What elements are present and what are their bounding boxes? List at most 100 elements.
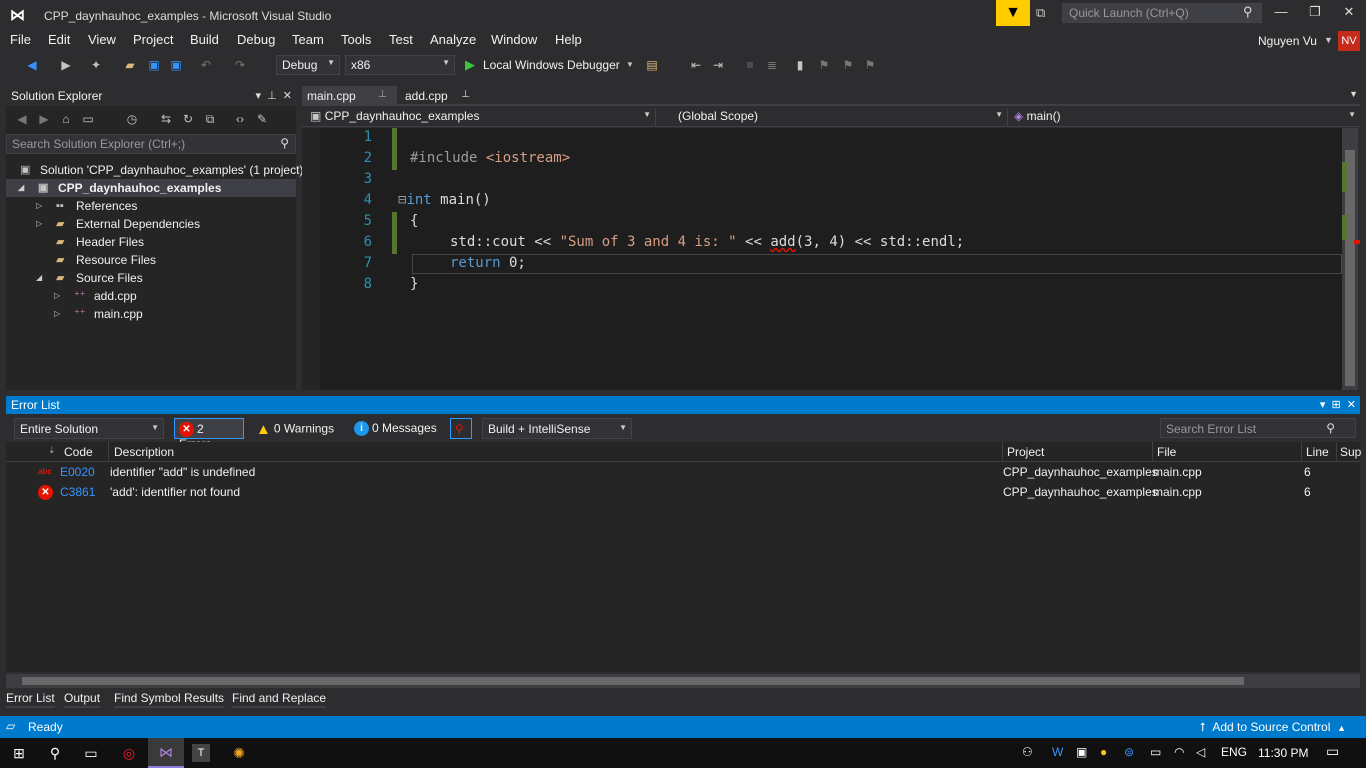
menu-help[interactable]: Help [555,32,582,47]
menu-edit[interactable]: Edit [48,32,70,47]
comment-icon[interactable]: ≡ [742,57,758,73]
error-code-link[interactable]: E0020 [60,462,95,482]
expanded-arrow-icon[interactable]: ◢ [36,269,42,287]
project-dropdown[interactable]: ▣ CPP_daynhauhoc_examples ▼ [306,108,656,126]
chevron-down-icon[interactable]: ▼ [1324,35,1333,45]
table-row[interactable]: abc E0020 identifier "add" is undefined … [6,462,1360,482]
battery-icon[interactable]: ▭ [1150,745,1161,759]
panel-controls[interactable]: ▾ ⊥ ✕ [255,89,292,102]
back-icon[interactable]: ◀ [24,57,40,73]
bookmark-icon[interactable]: ▮ [792,57,808,73]
step-over-icon[interactable]: ⇥ [710,57,726,73]
search-icon[interactable]: ⚲ [1326,421,1335,435]
scope-dropdown[interactable]: (Global Scope) ▼ [658,108,1008,126]
tree-item-solution[interactable]: ▣ Solution 'CPP_daynhauhoc_examples' (1 … [6,161,303,179]
save-icon[interactable]: ▣ [146,57,162,73]
collapsed-arrow-icon[interactable]: ▷ [54,305,60,323]
menu-team[interactable]: Team [292,32,324,47]
column-separator[interactable] [1002,442,1003,462]
errors-filter-toggle[interactable]: ✕2 Errors [174,418,244,451]
lock-icon[interactable]: ▣ [1076,745,1087,759]
notifications-icon[interactable]: ▭ [1326,743,1339,760]
tray-app-icon[interactable]: ● [1100,745,1107,759]
table-row[interactable]: ✕ C3861 'add': identifier not found CPP_… [6,482,1360,502]
tab-find-and-replace[interactable]: Find and Replace [232,690,327,708]
scrollbar-thumb[interactable] [22,677,1244,685]
menu-file[interactable]: File [10,32,31,47]
column-separator[interactable] [1152,442,1153,462]
notification-icon[interactable]: ⧉ [1036,5,1054,23]
word-icon[interactable]: W [1052,745,1063,759]
next-bookmark-icon[interactable]: ⚑ [840,57,856,73]
search-icon[interactable]: ⚲ [44,742,66,764]
task-view-icon[interactable]: ▭ [80,742,102,764]
tree-item-project[interactable]: ◢ ▣ CPP_daynhauhoc_examples [6,179,296,197]
minimize-button[interactable]: — [1264,4,1298,24]
messages-filter-toggle[interactable]: i0 Messages [350,418,446,439]
prev-bookmark-icon[interactable]: ⚑ [816,57,832,73]
collapsed-arrow-icon[interactable]: ▷ [36,197,42,215]
sync-icon[interactable]: ⇆ [158,111,174,127]
redo-icon[interactable]: ↷ [232,57,248,73]
maximize-button[interactable]: ❐ [1298,4,1332,24]
tab-add-cpp[interactable]: add.cpp ⊥ [400,86,480,106]
tree-item-resource-files[interactable]: ▰ Resource Files [6,251,296,269]
solution-configuration-dropdown[interactable]: Debug ▼ [276,55,340,75]
column-header-description[interactable]: Description [114,445,174,459]
tab-error-list[interactable]: Error List [6,690,55,708]
column-separator[interactable] [108,442,109,462]
code-editor[interactable]: 1 2 3 4 5 6 7 8 #include <iostream> ⊟int… [302,128,1342,390]
column-header-project[interactable]: Project [1007,445,1044,459]
undo-icon[interactable]: ↶ [198,57,214,73]
home-icon[interactable]: ⌂ [58,111,74,127]
search-icon[interactable]: ⚲ [280,136,289,150]
view-code-icon[interactable]: ‹› [232,111,248,127]
column-header-line[interactable]: Line [1306,445,1329,459]
taskbar-clock[interactable]: 11:30 PM [1258,746,1308,760]
tree-item-references[interactable]: ▷ ▪▪ References [6,197,296,215]
pending-changes-icon[interactable]: ◷ [124,111,140,127]
uncomment-icon[interactable]: ≣ [764,57,780,73]
add-to-source-control-button[interactable]: ⭡ Add to Source Control ▲ [1200,720,1346,735]
app-icon[interactable]: ✺ [228,742,250,764]
visual-studio-taskbar-icon[interactable]: ⋈ [148,738,184,768]
start-debugging-icon[interactable]: ▶ [465,57,475,73]
panel-controls[interactable]: ▾ ⊞ ✕ [1320,398,1356,411]
step-icon[interactable]: ⇤ [688,57,704,73]
tab-main-cpp[interactable]: main.cpp ⊥ [302,86,397,106]
input-language[interactable]: ENG [1221,745,1247,759]
member-dropdown[interactable]: ◈ main() ▼ [1010,108,1360,126]
menu-tools[interactable]: Tools [341,32,371,47]
user-name[interactable]: Nguyen Vu [1258,34,1317,48]
warnings-filter-toggle[interactable]: ▲ 0 Warnings [252,418,342,439]
error-list-horizontal-scrollbar[interactable] [6,674,1360,688]
search-icon[interactable]: ⚲ [1243,4,1253,20]
forward-icon[interactable]: ▶ [36,111,52,127]
typora-icon[interactable]: T [192,744,210,762]
build-filter-dropdown[interactable]: Build + IntelliSense ▼ [482,418,632,439]
error-code-link[interactable]: C3861 [60,482,95,502]
properties-icon[interactable]: ✎ [254,111,270,127]
menu-project[interactable]: Project [133,32,173,47]
column-separator[interactable] [1301,442,1302,462]
close-button[interactable]: ✕ [1332,4,1366,24]
collapse-all-icon[interactable]: ⧉ [202,111,218,127]
tab-output[interactable]: Output [64,690,101,708]
menu-view[interactable]: View [88,32,116,47]
volume-icon[interactable]: ◁ [1196,745,1205,759]
expanded-arrow-icon[interactable]: ◢ [18,179,24,197]
column-header-file[interactable]: File [1157,445,1176,459]
open-folder-icon[interactable]: ▰ [122,57,138,73]
error-list-search-input[interactable]: Search Error List ⚲ [1160,418,1356,438]
start-debugging-button[interactable]: Local Windows Debugger [483,58,620,72]
tree-item-external-dependencies[interactable]: ▷ ▰ External Dependencies [6,215,296,233]
menu-debug[interactable]: Debug [237,32,275,47]
feedback-filter-icon[interactable]: ▼ [996,0,1030,26]
sort-icon[interactable]: ⇣ [48,445,56,456]
collapsed-arrow-icon[interactable]: ▷ [54,287,60,305]
browse-icon[interactable]: ▤ [644,57,660,73]
column-header-code[interactable]: Code [64,445,93,459]
error-squiggle-token[interactable]: add [770,234,795,250]
save-all-icon[interactable]: ▣ [168,57,184,73]
people-icon[interactable]: ⚇ [1022,745,1033,759]
